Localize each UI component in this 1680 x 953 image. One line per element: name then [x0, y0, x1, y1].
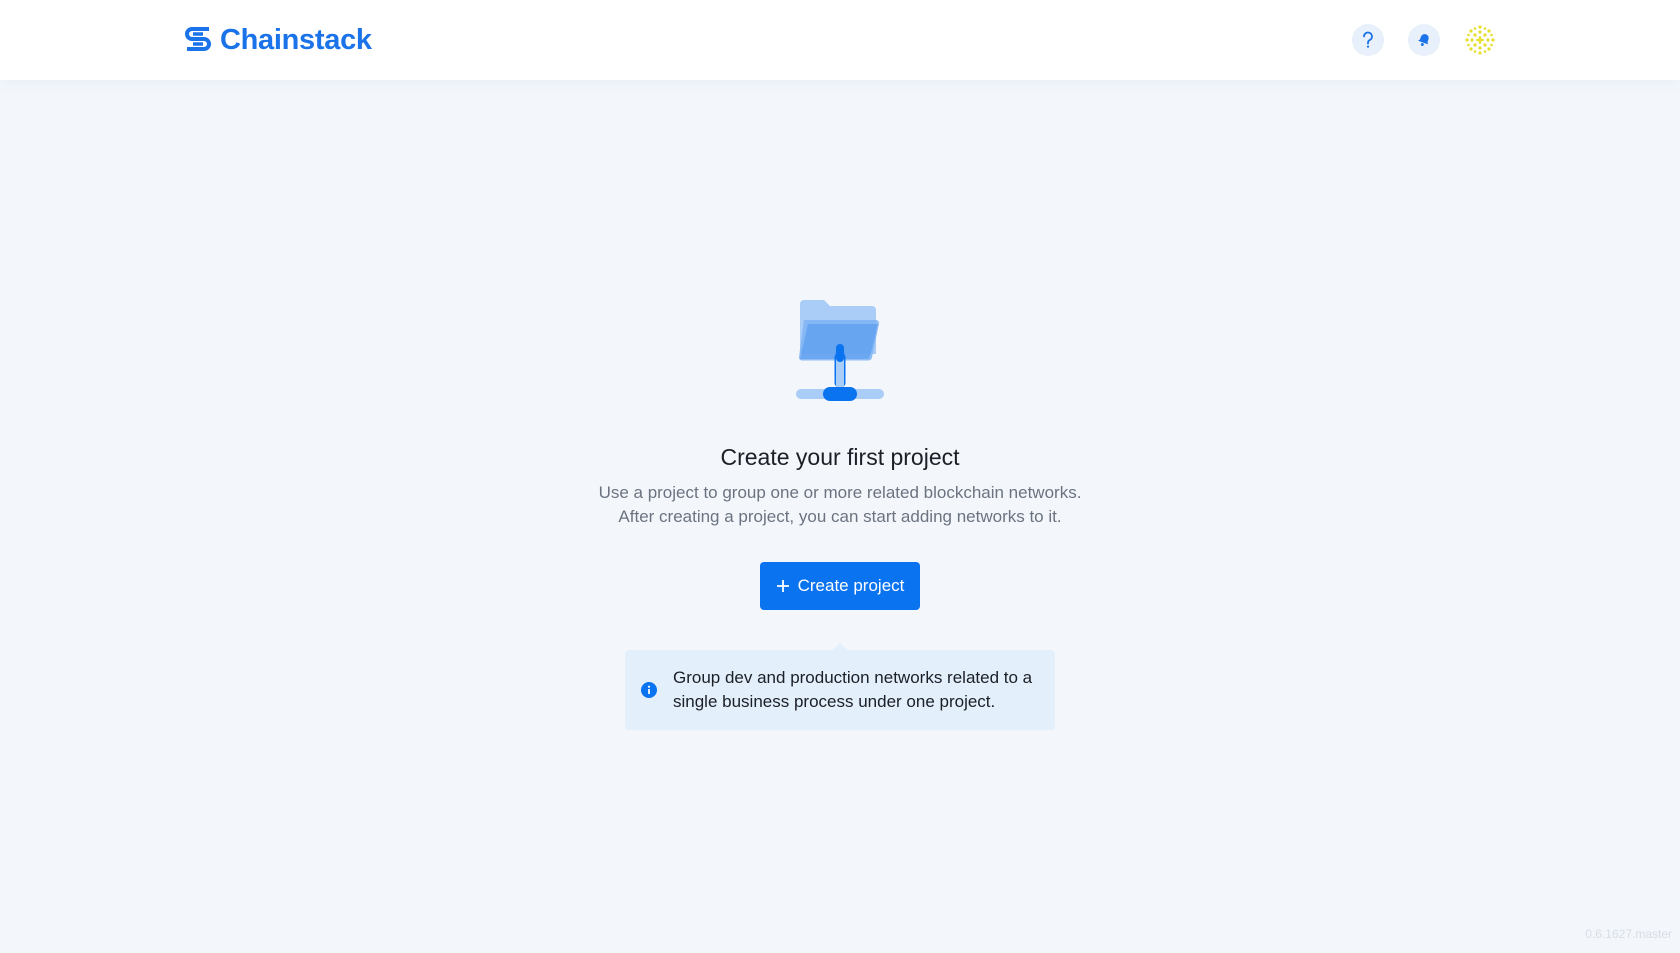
- tip-text: Group dev and production networks relate…: [673, 668, 1033, 711]
- help-button[interactable]: [1352, 24, 1384, 56]
- plus-icon: [776, 580, 789, 592]
- notifications-button[interactable]: [1408, 24, 1440, 56]
- bell-icon: [1418, 34, 1429, 47]
- tip-pointer: [833, 643, 847, 650]
- chainstack-logo-icon: [185, 27, 211, 51]
- version-label: 0.6.1627.master: [1585, 927, 1672, 941]
- empty-state-title: Create your first project: [720, 444, 960, 470]
- info-icon: [641, 682, 657, 698]
- description-line: Use a project to group one or more relat…: [598, 483, 1082, 502]
- create-project-label: Create project: [797, 576, 905, 595]
- chainstack-logo-link[interactable]: Chainstack: [183, 24, 372, 56]
- user-avatar[interactable]: [1464, 24, 1496, 56]
- logo-text: Chainstack: [220, 24, 372, 56]
- info-tip-box: Group dev and production networks relate…: [625, 650, 1055, 730]
- empty-state-description: Use a project to group one or more relat…: [0, 481, 1680, 529]
- folder-network-icon: [796, 300, 884, 401]
- create-project-button[interactable]: Create project: [760, 562, 920, 610]
- question-mark-icon: [1363, 31, 1373, 48]
- top-header: Chainstack: [0, 0, 1680, 80]
- description-line: After creating a project, you can start …: [618, 507, 1062, 526]
